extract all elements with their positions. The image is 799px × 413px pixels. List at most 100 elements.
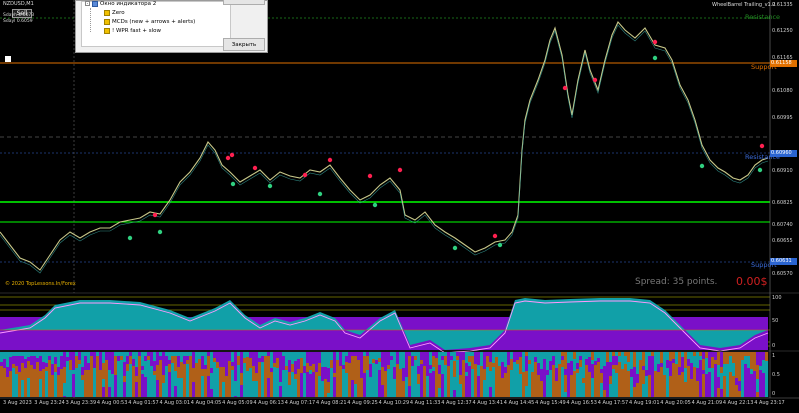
histogram-bar [126,371,130,397]
histogram-bar [210,368,214,373]
histogram-bar [660,352,664,363]
histogram-bar [174,371,178,386]
histogram-bar [396,373,400,397]
histogram-bar [33,352,37,356]
histogram-bar [69,370,73,397]
histogram-bar [324,379,328,397]
histogram-bar [12,364,16,368]
histogram-bar [240,369,244,373]
histogram-bar [84,356,88,370]
histogram-bar [660,367,664,371]
histogram-bar [108,387,112,397]
sell-signal-marker [302,172,308,178]
price-axis[interactable]: 0.61335 0.61250 0.61165 0.61080 0.60995 … [770,0,799,290]
histogram-bar [483,352,487,356]
histogram-bar [297,359,301,369]
histogram-bar [423,366,427,376]
histogram-bar [597,366,601,397]
histogram-bar [732,369,736,376]
histogram-bar [516,364,520,397]
histogram-bar [429,365,433,369]
histogram-bar [117,361,121,397]
histogram-bar [447,366,451,397]
histogram-bar [597,358,601,362]
tree-item[interactable]: Zero [104,9,125,17]
close-button[interactable]: Закрыть [223,38,265,51]
tree-item[interactable]: ! WPR fast + slow [104,27,161,35]
histogram-bar [429,373,433,397]
collapse-icon[interactable]: - [85,1,90,6]
histogram-bar [3,368,7,397]
histogram-bar [99,370,103,397]
histogram-bar [126,364,130,371]
histogram-bar [339,357,343,366]
histogram-bar [9,352,13,357]
histogram-bar [144,356,148,361]
histogram-bar [600,383,604,397]
histogram-bar [69,352,73,356]
histogram-bar [234,396,238,397]
histogram-bar [678,391,682,397]
histogram-bar [675,364,679,381]
histogram-bar [306,359,310,363]
histogram-bar [321,352,325,367]
histogram-bar [753,352,757,361]
histogram-bar [588,357,592,372]
histogram-bar [531,372,535,397]
histogram-bar [30,352,34,356]
histogram-bar [747,352,751,356]
time-tick: 4 Aug 17:57 [597,400,629,406]
histogram-bar [177,352,181,356]
tree-item[interactable]: MCDs (new + arrows + alerts) [104,18,195,26]
histogram-bar [735,385,739,397]
histogram-bar [360,352,364,361]
histogram-bar [219,352,223,356]
histogram-bar [642,366,646,370]
checkbox-square[interactable] [5,56,11,62]
histogram-bar [114,356,118,364]
histogram-bar [612,365,616,369]
histogram-bar [621,369,625,397]
histogram-bar [219,356,223,367]
histogram-bar [741,352,745,356]
histogram-bar [255,381,259,397]
tree-root[interactable]: - Окно индикатора 2 [85,0,156,8]
histogram-bar [729,356,733,368]
histogram-bar [96,356,100,360]
histogram-bar [318,363,322,376]
histogram-bar [3,359,7,368]
histogram-bar [468,362,472,366]
histogram-bar [327,368,331,382]
histogram-bar [348,356,352,363]
time-tick: 3 Aug 23:39 [65,400,97,406]
top-button[interactable] [223,0,265,5]
histogram-bar [168,360,172,364]
histogram-bar [162,366,166,375]
price-chart[interactable] [0,0,799,413]
histogram-bar [126,352,130,356]
histogram-bar [432,371,436,397]
time-tick: 4 Aug 15:49 [535,400,566,406]
histogram-bar [72,352,76,360]
histogram-bar [756,352,760,365]
histogram-bar [600,352,604,369]
histogram-bar [681,372,685,385]
histogram-bar [417,366,421,374]
histogram-bar [639,360,643,397]
histogram-bar [15,374,19,397]
histogram-bar [345,362,349,373]
histogram-bar [597,362,601,366]
histogram-bar [108,370,112,387]
indicator-tree[interactable]: - Окно индикатора 2 Zero MCDs (new + arro… [81,0,231,47]
histogram-bar [255,352,259,356]
histogram-bar [435,352,439,358]
histogram-bar [477,352,481,361]
histogram-bar [507,356,511,365]
histogram-bar [549,356,553,361]
histogram-bar [60,369,64,397]
histogram-bar [264,360,268,397]
histogram-bar [288,360,292,372]
histogram-bar [222,356,226,367]
histogram-bar [201,352,205,356]
histogram-bar [333,377,337,397]
